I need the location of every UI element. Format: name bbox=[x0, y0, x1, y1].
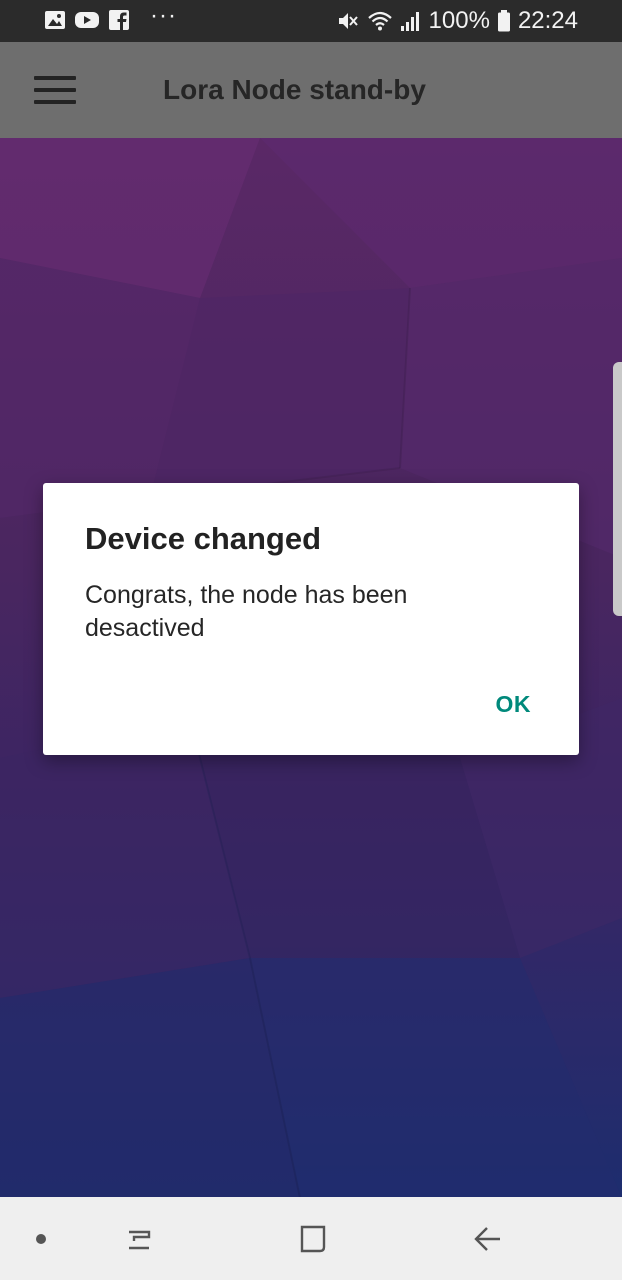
navigation-bar bbox=[0, 1197, 622, 1280]
ok-button[interactable]: OK bbox=[496, 691, 532, 718]
notification-icons: ··· bbox=[44, 2, 177, 31]
facebook-icon bbox=[108, 9, 130, 31]
battery-percent: 100% bbox=[428, 7, 490, 34]
recent-apps-icon[interactable] bbox=[117, 1217, 161, 1261]
home-icon[interactable] bbox=[291, 1217, 335, 1261]
back-icon[interactable] bbox=[465, 1217, 509, 1261]
wifi-icon bbox=[367, 9, 393, 33]
gallery-icon bbox=[44, 9, 66, 31]
signal-icon bbox=[400, 9, 422, 33]
more-notifications-indicator: ··· bbox=[150, 2, 177, 29]
system-status: 100% 22:24 bbox=[336, 6, 578, 36]
clock: 22:24 bbox=[517, 7, 578, 34]
dialog-message: Congrats, the node has been desactived bbox=[85, 581, 408, 642]
hamburger-menu-icon[interactable] bbox=[34, 76, 76, 106]
device-changed-dialog: Device changed Congrats, the node has be… bbox=[43, 483, 579, 755]
page-title: Lora Node stand-by bbox=[163, 74, 426, 105]
dot-icon[interactable] bbox=[19, 1217, 63, 1261]
battery-icon bbox=[497, 9, 511, 33]
app-toolbar: Lora Node stand-by bbox=[0, 42, 622, 138]
edge-panel-handle[interactable] bbox=[613, 362, 622, 616]
youtube-icon bbox=[74, 9, 100, 31]
dialog-title: Device changed bbox=[85, 521, 322, 556]
mute-icon bbox=[336, 9, 360, 33]
status-bar: ··· 100% 22:24 bbox=[0, 0, 622, 42]
app-screen: ··· 100% 22:24 Lora Node stand-by Device… bbox=[0, 0, 622, 1280]
